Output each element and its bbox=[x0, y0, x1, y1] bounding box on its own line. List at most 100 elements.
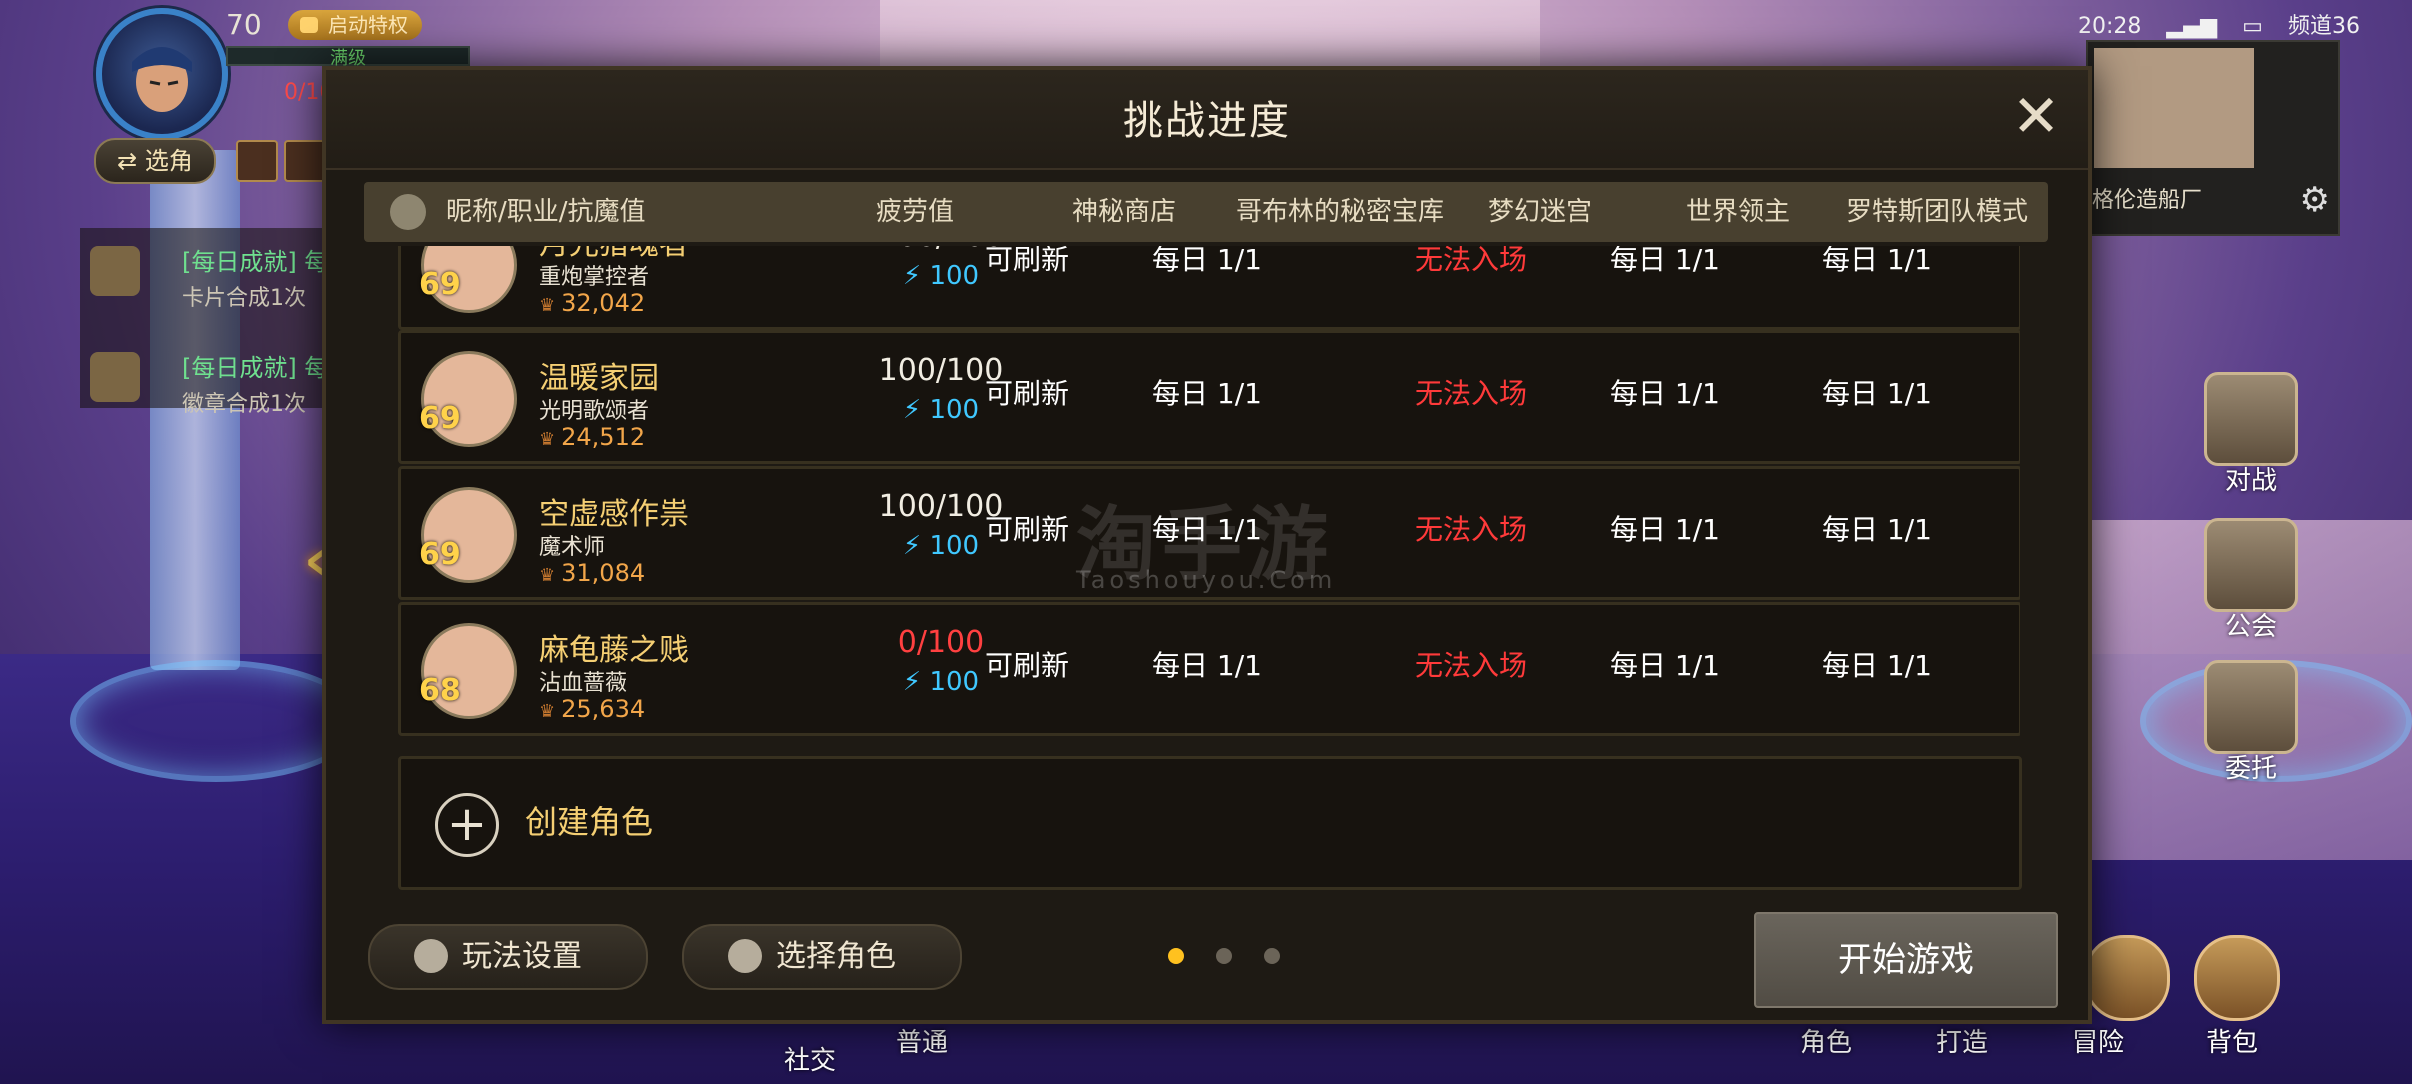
col-dream-maze: 梦幻迷宫 bbox=[1488, 197, 1593, 227]
quest-item[interactable]: [每日成就] 每 卡片合成1次 bbox=[80, 228, 340, 318]
page-dot[interactable] bbox=[1216, 948, 1232, 964]
swap-role-button[interactable]: ⇄ 选角 bbox=[94, 138, 216, 184]
side-button-label: 公会 bbox=[2224, 612, 2277, 642]
play-settings-button[interactable]: 玩法设置 bbox=[368, 924, 648, 990]
minimap-location: 格伦造船厂 bbox=[2092, 188, 2203, 213]
settings-gear-icon[interactable]: ⚙ bbox=[2300, 180, 2330, 220]
character-power: 32,042 bbox=[539, 289, 645, 317]
cell-shop: 可刷新 bbox=[984, 377, 1069, 410]
col-world-boss: 世界领主 bbox=[1686, 197, 1791, 227]
scroll-icon bbox=[90, 246, 140, 296]
dialog-header: 挑战进度 ✕ bbox=[326, 70, 2088, 170]
cell-shop: 可刷新 bbox=[984, 649, 1069, 682]
cell-shop: 可刷新 bbox=[984, 246, 1069, 276]
lightning-icon: ⚡ bbox=[902, 531, 922, 561]
character-name: 空虚感作祟 bbox=[539, 497, 689, 532]
quest-tracker[interactable]: [每日成就] 每 卡片合成1次 [每日成就] 每 徽章合成1次 bbox=[80, 228, 340, 417]
guild-button[interactable]: 公会 bbox=[2196, 518, 2306, 643]
play-settings-label: 玩法设置 bbox=[462, 939, 582, 974]
avatar-portrait-icon bbox=[132, 47, 192, 112]
buff-icon[interactable] bbox=[284, 140, 326, 182]
character-row[interactable]: 68麻龟藤之贱沾血蔷薇25,6340/100⚡ 100可刷新每日 1/1无法入场… bbox=[398, 602, 2020, 736]
cell-boss: 每日 1/1 bbox=[1610, 649, 1720, 682]
cell-goblin: 每日 1/1 bbox=[1152, 246, 1262, 276]
battery-icon: ▭ bbox=[2242, 14, 2263, 39]
character-level: 69 bbox=[419, 537, 461, 572]
buff-icon[interactable] bbox=[236, 140, 278, 182]
cell-maze: 无法入场 bbox=[1414, 246, 1527, 276]
character-power: 31,084 bbox=[539, 559, 645, 587]
table-header: 昵称/职业/抗魔值 疲劳值 神秘商店 哥布林的秘密宝库 梦幻迷宫 世界领主 罗特… bbox=[364, 182, 2048, 242]
dock-normal[interactable]: 普通 bbox=[896, 1022, 948, 1059]
plus-icon: + bbox=[435, 793, 499, 857]
side-button-label: 委托 bbox=[2224, 754, 2277, 784]
dock-craft[interactable]: 打造 bbox=[1936, 1022, 1988, 1059]
notice-board-icon bbox=[2204, 660, 2298, 754]
col-fatigue: 疲劳值 bbox=[876, 197, 955, 227]
quest-title: [每日成就] 每 bbox=[182, 248, 329, 276]
clock: 20:28 bbox=[2078, 14, 2142, 39]
character-level: 68 bbox=[419, 673, 461, 708]
minimap[interactable]: 格伦造船厂 ⚙ bbox=[2086, 40, 2340, 236]
lightning-icon: ⚡ bbox=[902, 261, 922, 291]
character-job: 沾血蔷薇 bbox=[539, 671, 628, 696]
magic-circle bbox=[70, 660, 362, 782]
page-dot[interactable] bbox=[1168, 948, 1184, 964]
col-mystery-shop: 神秘商店 bbox=[1072, 197, 1177, 227]
cell-maze: 无法入场 bbox=[1414, 377, 1527, 410]
cell-boss: 每日 1/1 bbox=[1610, 377, 1720, 410]
adventure-orb-icon[interactable] bbox=[2084, 935, 2170, 1021]
character-power: 25,634 bbox=[539, 695, 645, 723]
cell-rotes: 每日 1/1 bbox=[1822, 377, 1932, 410]
character-power: 24,512 bbox=[539, 423, 645, 451]
character-name: 温暖家园 bbox=[539, 361, 659, 396]
character-row[interactable]: 69温暖家园光明歌颂者24,512100/100⚡ 100可刷新每日 1/1无法… bbox=[398, 330, 2020, 464]
cell-goblin: 每日 1/1 bbox=[1152, 377, 1262, 410]
close-icon[interactable]: ✕ bbox=[2008, 87, 2064, 146]
commission-button[interactable]: 委托 bbox=[2196, 660, 2306, 785]
character-row[interactable]: 69月光猎魂者重炮掌控者32,042100/100⚡ 100可刷新每日 1/1无… bbox=[398, 246, 2020, 330]
cell-boss: 每日 1/1 bbox=[1610, 246, 1720, 276]
quest-desc: 徽章合成1次 bbox=[182, 392, 306, 417]
channel-label[interactable]: 频道36 bbox=[2288, 14, 2360, 39]
create-role-row[interactable]: + 创建角色 bbox=[398, 756, 2022, 890]
quest-item[interactable]: [每日成就] 每 徽章合成1次 bbox=[80, 334, 340, 424]
select-role-button[interactable]: 选择角色 bbox=[682, 924, 962, 990]
character-name: 麻龟藤之贱 bbox=[539, 633, 689, 668]
backpack-icon[interactable] bbox=[2194, 935, 2280, 1021]
col-goblin-vault: 哥布林的秘密宝库 bbox=[1236, 197, 1445, 227]
watermark-url: Taoshouyou.Com bbox=[1076, 566, 1337, 594]
signal-icon: ▂▄▆ bbox=[2166, 14, 2218, 39]
character-job: 重炮掌控者 bbox=[539, 265, 650, 290]
cell-maze: 无法入场 bbox=[1414, 649, 1527, 682]
col-rotes-raid: 罗特斯团队模式 bbox=[1846, 197, 2029, 227]
character-job: 光明歌颂者 bbox=[539, 399, 650, 424]
dock-adventure[interactable]: 冒险 bbox=[2072, 1022, 2124, 1059]
page-indicator[interactable] bbox=[1152, 948, 1296, 968]
cell-rotes: 每日 1/1 bbox=[1822, 513, 1932, 546]
cell-goblin: 每日 1/1 bbox=[1152, 649, 1262, 682]
page-dot[interactable] bbox=[1264, 948, 1280, 964]
cell-boss: 每日 1/1 bbox=[1610, 513, 1720, 546]
system-status-bar: 20:28 ▂▄▆ ▭ 频道36 bbox=[2078, 8, 2378, 40]
side-button-label: 对战 bbox=[2224, 466, 2277, 496]
character-level: 69 bbox=[419, 401, 461, 436]
cell-maze: 无法入场 bbox=[1414, 513, 1527, 546]
dock-character[interactable]: 角色 bbox=[1800, 1022, 1852, 1059]
dock-social[interactable]: 社交 bbox=[784, 1040, 836, 1077]
cell-rotes: 每日 1/1 bbox=[1822, 649, 1932, 682]
crossed-swords-icon bbox=[2204, 372, 2298, 466]
battle-button[interactable]: 对战 bbox=[2196, 372, 2306, 497]
dock-backpack[interactable]: 背包 bbox=[2206, 1022, 2258, 1059]
start-game-button[interactable]: 开始游戏 bbox=[1754, 912, 2058, 1008]
cell-rotes: 每日 1/1 bbox=[1822, 246, 1932, 276]
group-icon bbox=[90, 352, 140, 402]
character-job: 魔术师 bbox=[539, 535, 606, 560]
minimap-view[interactable] bbox=[2094, 48, 2254, 168]
character-head-icon bbox=[390, 194, 426, 230]
quest-desc: 卡片合成1次 bbox=[182, 286, 306, 311]
dialog-title: 挑战进度 bbox=[1123, 98, 1291, 144]
gear-icon bbox=[414, 938, 448, 973]
player-avatar[interactable] bbox=[96, 8, 228, 140]
privilege-badge[interactable]: 启动特权 bbox=[288, 10, 422, 40]
